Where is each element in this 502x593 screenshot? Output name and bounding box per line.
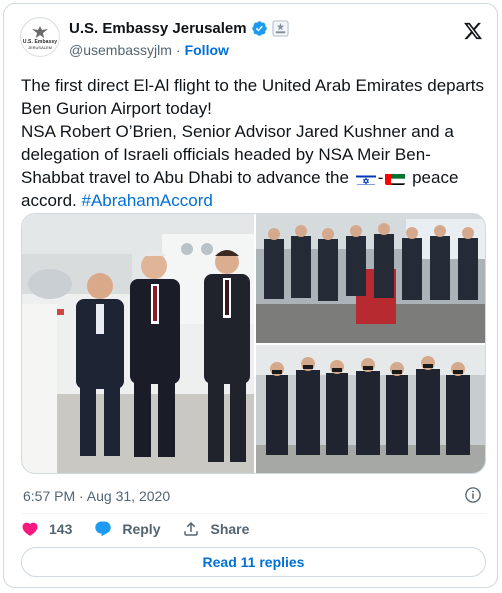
read-replies-button[interactable]: Read 11 replies — [21, 547, 486, 577]
tweet-card: U.S. Embassy JERUSALEM U.S. Embassy Jeru… — [3, 3, 498, 588]
photo-officials-by-plane[interactable] — [22, 214, 254, 473]
embassy-seal-icon — [32, 25, 48, 38]
tweet-text: The first direct El-Al flight to the Uni… — [21, 74, 486, 212]
handle[interactable]: @usembassyjlm — [69, 42, 172, 58]
verified-badge-icon — [251, 21, 267, 36]
share-label: Share — [210, 521, 250, 537]
like-count: 143 — [49, 521, 73, 537]
reply-button[interactable]: Reply — [94, 520, 160, 538]
government-badge-icon — [272, 20, 289, 37]
reply-bubble-icon — [95, 521, 112, 537]
separator-dot: · — [175, 42, 181, 58]
heart-icon — [22, 522, 38, 536]
name-row: U.S. Embassy Jerusalem — [69, 20, 289, 37]
photo-delegation-tarmac[interactable] — [256, 214, 485, 343]
x-logo-icon[interactable] — [463, 21, 483, 41]
share-button[interactable]: Share — [182, 520, 249, 538]
tweet-header: U.S. Embassy JERUSALEM U.S. Embassy Jeru… — [20, 17, 485, 63]
divider — [21, 513, 486, 514]
like-button[interactable]: 143 — [21, 520, 72, 538]
photo-delegation-walking[interactable] — [256, 345, 485, 473]
action-bar: 143 Reply Share — [21, 518, 271, 540]
avatar-text-bottom: JERUSALEM — [27, 44, 52, 50]
timestamp-link[interactable]: 6:57 PM · Aug 31, 2020 — [23, 488, 170, 504]
media-grid — [21, 213, 486, 474]
flag-separator: - — [377, 168, 384, 187]
info-icon[interactable] — [464, 486, 482, 504]
avatar[interactable]: U.S. Embassy JERUSALEM — [20, 17, 60, 57]
tweet-text-line2: NSA Robert O’Brien, Senior Advisor Jared… — [21, 120, 486, 212]
tweet-text-line1: The first direct El-Al flight to the Uni… — [21, 76, 484, 118]
follow-button[interactable]: Follow — [185, 42, 229, 58]
handle-row: @usembassyjlm · Follow — [69, 42, 229, 58]
timestamp-row: 6:57 PM · Aug 31, 2020 — [21, 486, 486, 506]
israel-flag-icon — [355, 171, 376, 185]
read-replies-label: Read 11 replies — [202, 554, 305, 570]
share-upload-icon — [184, 521, 199, 536]
reply-label: Reply — [122, 521, 161, 537]
display-name[interactable]: U.S. Embassy Jerusalem — [69, 20, 247, 37]
hashtag-link[interactable]: #AbrahamAccord — [81, 191, 212, 210]
uae-flag-icon — [385, 171, 406, 185]
